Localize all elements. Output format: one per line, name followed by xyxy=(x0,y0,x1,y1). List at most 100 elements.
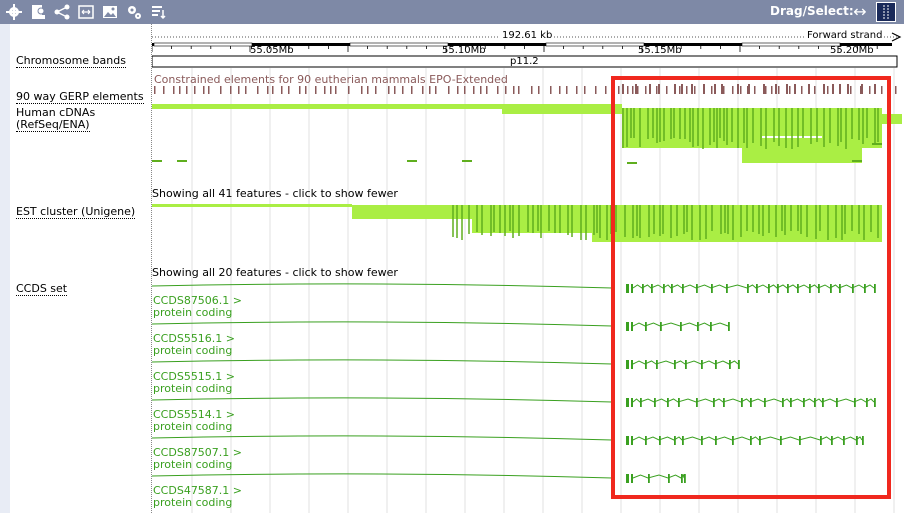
est-exon xyxy=(720,205,722,234)
gerp-element xyxy=(173,86,175,94)
image-icon[interactable] xyxy=(100,2,120,22)
ruler-tick-label: 55.15Mb xyxy=(638,45,682,56)
ccds-exon xyxy=(715,436,717,445)
ccds-exon xyxy=(631,436,633,445)
ccds-exon xyxy=(659,436,661,445)
gerp-element xyxy=(721,84,723,94)
cdna-exon xyxy=(630,108,632,138)
image-panel[interactable]: 192.61 kb Forward strand 55.05Mb 55.10Mb… xyxy=(151,24,904,513)
gerp-element xyxy=(486,86,488,94)
gerp-element xyxy=(694,86,696,94)
gerp-element xyxy=(305,86,307,94)
gerp-element xyxy=(566,86,568,94)
gerp-element xyxy=(850,86,852,94)
cdna-exon xyxy=(785,108,787,148)
est-exon xyxy=(732,205,734,240)
track-label-chromosome-bands[interactable]: Chromosome bands xyxy=(16,55,126,68)
gerp-element xyxy=(402,86,404,94)
person-icon[interactable] xyxy=(28,2,48,22)
est-exon xyxy=(827,205,829,240)
gerp-element xyxy=(435,86,437,94)
gerp-element xyxy=(622,84,624,94)
est-exon xyxy=(610,205,612,234)
gerp-element xyxy=(711,86,713,94)
track-label-ccds-set[interactable]: CCDS set xyxy=(16,283,68,296)
ccds-exon xyxy=(631,474,633,483)
ccds-notice[interactable]: Showing all 20 features - click to show … xyxy=(152,267,398,279)
est-exon xyxy=(476,205,478,232)
cdna-exon xyxy=(791,108,793,149)
gear-icon[interactable] xyxy=(4,2,24,22)
est-exon xyxy=(670,205,672,238)
est-exon xyxy=(691,205,693,240)
ccds-exon xyxy=(682,436,684,445)
gerp-element xyxy=(611,86,613,94)
ccds-exon xyxy=(830,284,832,293)
cdna-exon xyxy=(840,108,842,142)
ccds-intron xyxy=(632,284,875,289)
ccds-exon xyxy=(626,322,629,331)
share-icon[interactable] xyxy=(52,2,72,22)
cdna-exon xyxy=(709,108,711,145)
cdna-exon xyxy=(716,108,718,148)
resize-icon[interactable] xyxy=(76,2,96,22)
est-exon xyxy=(758,205,760,234)
ccds-exon xyxy=(645,436,647,445)
est-exon xyxy=(727,205,729,234)
ccds-feature-type: protein coding xyxy=(153,496,233,509)
ccds-exon xyxy=(651,284,653,293)
ccds-exon xyxy=(768,284,770,293)
config-icon[interactable] xyxy=(124,2,144,22)
cdna-exon xyxy=(626,108,628,147)
gerp-element xyxy=(429,86,431,94)
gerp-element xyxy=(839,84,841,94)
gerp-element xyxy=(186,86,188,94)
ccds-exon xyxy=(697,322,699,331)
ccds-exon xyxy=(654,398,656,407)
cdna-exon xyxy=(858,108,860,140)
est-exon xyxy=(468,205,470,234)
cdna-exon xyxy=(692,108,694,147)
ccds-exon xyxy=(715,360,717,369)
gerp-element xyxy=(179,86,181,94)
cdna-exon xyxy=(810,108,812,144)
ccds-exon xyxy=(674,436,676,445)
gerp-element xyxy=(635,84,637,94)
gerp-element xyxy=(649,84,651,94)
ccds-exon xyxy=(696,284,698,293)
select-mode-icon[interactable] xyxy=(876,2,896,22)
cdna-exon xyxy=(723,108,725,141)
ccds-exon xyxy=(852,284,854,293)
track-label-human-cdnas-sub[interactable]: (RefSeq/ENA) xyxy=(16,119,90,132)
est-exon xyxy=(746,205,748,231)
cdna-exon xyxy=(760,108,762,146)
sort-icon[interactable] xyxy=(148,2,168,22)
cdna-exon xyxy=(670,108,672,139)
ccds-exon xyxy=(803,398,805,407)
est-notice[interactable]: Showing all 41 features - click to show … xyxy=(152,188,398,200)
gerp-element xyxy=(335,86,337,94)
track-label-gerp[interactable]: 90 way GERP elements xyxy=(16,91,144,104)
genome-browser: Drag/Select: ↔ Chromosome bands 90 way G… xyxy=(0,0,904,513)
gerp-element xyxy=(324,86,326,94)
gerp-element xyxy=(367,86,369,94)
ccds-exon xyxy=(874,284,876,293)
track-label-est-cluster[interactable]: EST cluster (Unigene) xyxy=(16,206,136,219)
left-right-arrow-icon[interactable]: ↔ xyxy=(850,2,870,22)
ccds-exon xyxy=(631,322,633,331)
ccds-exon xyxy=(713,398,715,407)
gerp-element xyxy=(348,86,350,94)
cdna-exon xyxy=(778,108,780,146)
gerp-element xyxy=(457,86,459,94)
gerp-element xyxy=(895,86,897,94)
est-exon xyxy=(815,205,817,239)
est-exon xyxy=(632,205,634,238)
track-drag-handles[interactable] xyxy=(0,24,10,513)
est-exon xyxy=(711,205,713,231)
ccds-exon xyxy=(710,322,712,331)
est-exon xyxy=(877,205,879,238)
gerp-element xyxy=(874,84,876,94)
cdna-feature xyxy=(742,148,862,163)
gerp-element xyxy=(394,86,396,94)
ccds-exon xyxy=(671,284,673,293)
